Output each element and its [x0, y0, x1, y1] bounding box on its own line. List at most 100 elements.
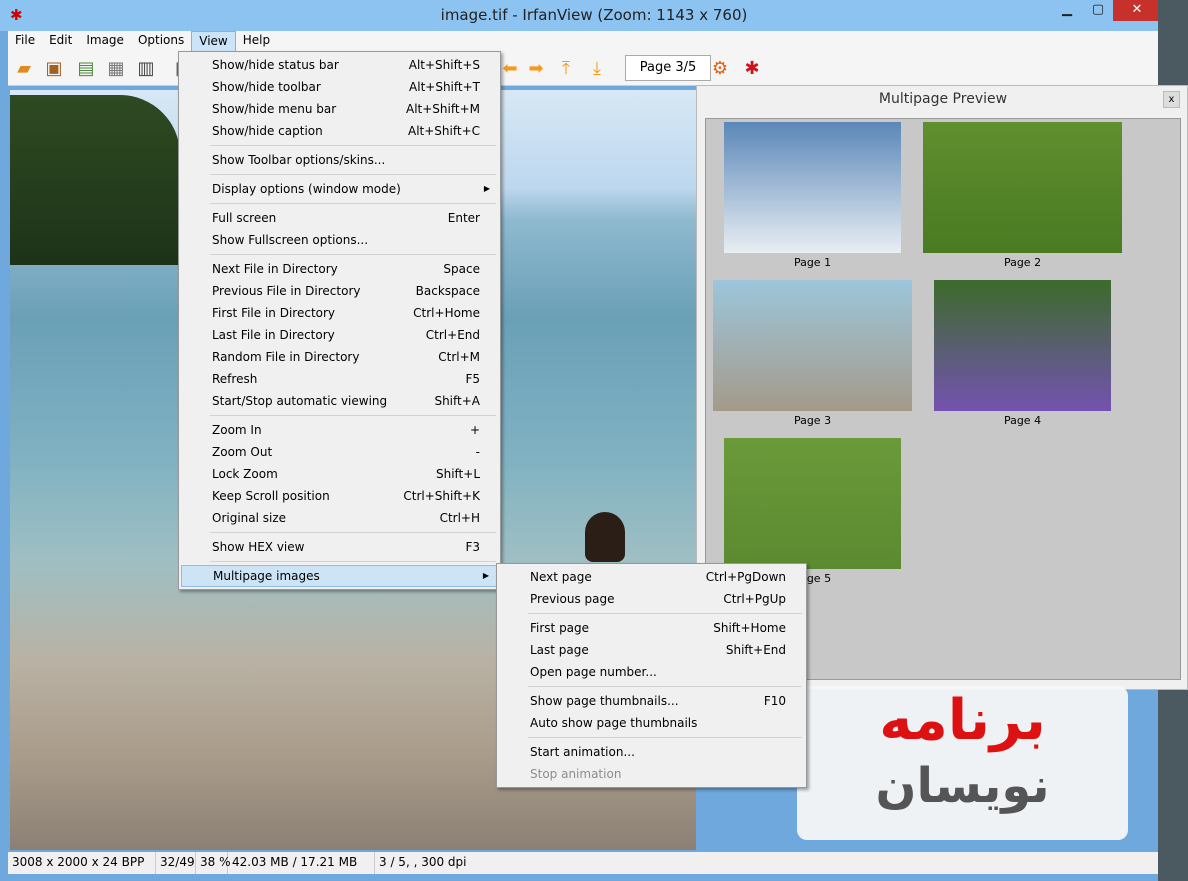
menu-item-shortcut: -: [475, 445, 480, 459]
thumbnails-icon[interactable]: ▤: [74, 57, 98, 81]
menu-item-show-hide-status-bar[interactable]: Show/hide status bar Alt+Shift+S: [181, 54, 498, 76]
menu-item-label: Last File in Directory: [212, 328, 335, 342]
menu-item-show-hide-caption[interactable]: Show/hide caption Alt+Shift+C: [181, 120, 498, 142]
menu-item-label: Stop animation: [530, 767, 622, 781]
menu-item-lock-zoom[interactable]: Lock Zoom Shift+L: [181, 463, 498, 485]
preview-close-button[interactable]: x: [1163, 91, 1180, 108]
menu-image[interactable]: Image: [79, 31, 131, 52]
menu-item-auto-show-page-thumbnails[interactable]: Auto show page thumbnails: [499, 712, 804, 734]
menu-item-shortcut: Ctrl+PgDown: [705, 570, 786, 584]
menu-separator: [210, 561, 496, 562]
status-zoom: 38 %: [196, 852, 231, 874]
next-icon[interactable]: ➡: [524, 57, 548, 81]
menu-file[interactable]: File: [8, 31, 42, 52]
menu-item-first-file-in-directory[interactable]: First File in Directory Ctrl+Home: [181, 302, 498, 324]
menu-item-label: Last page: [530, 643, 589, 657]
menu-item-first-page[interactable]: First page Shift+Home: [499, 617, 804, 639]
thumbnail-image: [934, 280, 1111, 411]
menu-item-random-file-in-directory[interactable]: Random File in Directory Ctrl+M: [181, 346, 498, 368]
page-thumbnail[interactable]: Page 3: [713, 280, 912, 429]
save-icon[interactable]: ▦: [104, 57, 128, 81]
menu-item-label: Show/hide caption: [212, 124, 323, 138]
menu-item-shortcut: Alt+Shift+C: [407, 124, 480, 138]
menu-separator: [528, 686, 802, 687]
thumbnail-label: Page 2: [1003, 256, 1042, 269]
submenu-arrow-icon: ▶: [483, 184, 490, 193]
minimize-button[interactable]: ▁: [1052, 0, 1082, 21]
menu-item-zoom-in[interactable]: Zoom In +: [181, 419, 498, 441]
menu-item-label: Refresh: [212, 372, 258, 386]
menu-item-shortcut: F10: [763, 694, 786, 708]
menu-item-show-fullscreen-options[interactable]: Show Fullscreen options...: [181, 229, 498, 251]
menu-item-multipage-images[interactable]: Multipage images ▶: [181, 565, 498, 587]
menu-item-last-page[interactable]: Last page Shift+End: [499, 639, 804, 661]
page-thumbnail[interactable]: Page 4: [934, 280, 1111, 429]
menu-item-show-hide-toolbar[interactable]: Show/hide toolbar Alt+Shift+T: [181, 76, 498, 98]
menu-item-show-toolbar-options-skins[interactable]: Show Toolbar options/skins...: [181, 149, 498, 171]
menu-separator: [528, 613, 802, 614]
first-page-icon[interactable]: ⤒: [554, 57, 578, 81]
watermark-line1: برنامه: [879, 688, 1046, 753]
menu-item-start-stop-automatic-viewing[interactable]: Start/Stop automatic viewing Shift+A: [181, 390, 498, 412]
menu-item-shortcut: F3: [465, 540, 480, 554]
view-menu: Show/hide status bar Alt+Shift+S Show/hide…: [178, 51, 501, 590]
menu-item-zoom-out[interactable]: Zoom Out -: [181, 441, 498, 463]
settings-icon[interactable]: ⚙: [708, 57, 732, 81]
menu-item-last-file-in-directory[interactable]: Last File in Directory Ctrl+End: [181, 324, 498, 346]
menu-bar: File Edit Image Options View Help: [8, 31, 1158, 52]
menu-item-show-hide-menu-bar[interactable]: Show/hide menu bar Alt+Shift+M: [181, 98, 498, 120]
menu-separator: [528, 737, 802, 738]
main-image-hill: [10, 95, 180, 265]
thumbnail-image: [923, 122, 1122, 253]
irfanview-logo-icon[interactable]: ✱: [740, 57, 764, 81]
menu-item-shortcut: Alt+Shift+M: [406, 102, 480, 116]
preview-title: Multipage Preview: [878, 91, 1008, 107]
print-icon[interactable]: ▥: [134, 57, 158, 81]
menu-edit[interactable]: Edit: [42, 31, 79, 52]
menu-item-keep-scroll-position[interactable]: Keep Scroll position Ctrl+Shift+K: [181, 485, 498, 507]
menu-view[interactable]: View: [191, 31, 236, 52]
menu-item-shortcut: Shift+L: [435, 467, 480, 481]
menu-separator: [210, 415, 496, 416]
menu-item-label: Show page thumbnails...: [530, 694, 679, 708]
menu-item-label: Show/hide menu bar: [212, 102, 337, 116]
maximize-button[interactable]: ▢: [1083, 0, 1113, 21]
menu-item-refresh[interactable]: Refresh F5: [181, 368, 498, 390]
multipage-submenu: Next page Ctrl+PgDown Previous page Ctrl+Pg…: [496, 563, 807, 788]
menu-item-label: First File in Directory: [212, 306, 336, 320]
menu-item-display-options-window-mode[interactable]: Display options (window mode) ▶: [181, 178, 498, 200]
menu-item-full-screen[interactable]: Full screen Enter: [181, 207, 498, 229]
menu-item-label: Show HEX view: [212, 540, 305, 554]
menu-item-next-page[interactable]: Next page Ctrl+PgDown: [499, 566, 804, 588]
menu-item-label: Full screen: [212, 211, 277, 225]
status-dimensions: 3008 x 2000 x 24 BPP: [8, 852, 156, 874]
main-image-person: [585, 512, 625, 562]
thumbnail-label: Page 3: [793, 414, 832, 427]
open-folder-icon[interactable]: ▰: [12, 57, 36, 81]
menu-options[interactable]: Options: [131, 31, 191, 52]
menu-item-label: Display options (window mode): [212, 182, 401, 196]
close-button[interactable]: ✕: [1113, 0, 1161, 21]
menu-item-open-page-number[interactable]: Open page number...: [499, 661, 804, 683]
page-thumbnail[interactable]: Page 1: [724, 122, 901, 271]
menu-item-label: Show/hide toolbar: [212, 80, 321, 94]
menu-item-shortcut: Ctrl+End: [425, 328, 480, 342]
prev-icon[interactable]: ⬅: [498, 57, 522, 81]
menu-item-previous-page[interactable]: Previous page Ctrl+PgUp: [499, 588, 804, 610]
slideshow-icon[interactable]: ▣: [42, 57, 66, 81]
menu-separator: [210, 254, 496, 255]
menu-item-start-animation[interactable]: Start animation...: [499, 741, 804, 763]
last-page-icon[interactable]: ⤓: [585, 57, 609, 81]
page-thumbnail[interactable]: Page 2: [923, 122, 1122, 271]
menu-item-show-page-thumbnails[interactable]: Show page thumbnails... F10: [499, 690, 804, 712]
menu-item-label: Open page number...: [530, 665, 657, 679]
menu-item-previous-file-in-directory[interactable]: Previous File in Directory Backspace: [181, 280, 498, 302]
menu-help[interactable]: Help: [236, 31, 277, 52]
menu-item-next-file-in-directory[interactable]: Next File in Directory Space: [181, 258, 498, 280]
menu-item-show-hex-view[interactable]: Show HEX view F3: [181, 536, 498, 558]
menu-separator: [210, 145, 496, 146]
menu-item-original-size[interactable]: Original size Ctrl+H: [181, 507, 498, 529]
menu-item-label: Keep Scroll position: [212, 489, 330, 503]
thumbnail-image: [713, 280, 912, 411]
menu-item-label: Next File in Directory: [212, 262, 338, 276]
